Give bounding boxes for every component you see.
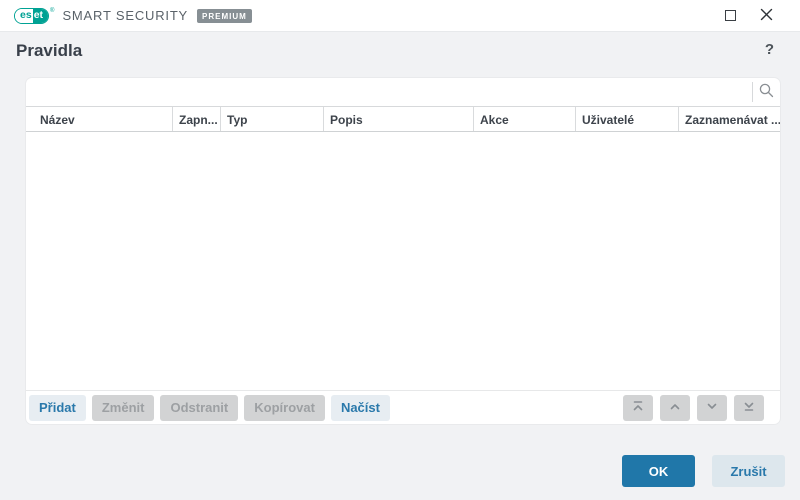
search-input[interactable] — [26, 78, 752, 106]
search-bar — [26, 78, 780, 107]
add-button[interactable]: Přidat — [29, 394, 86, 421]
help-button[interactable]: ? — [765, 41, 774, 58]
toolbar: Přidat Změnit Odstranit Kopírovat Načíst — [26, 390, 780, 424]
edition-badge: PREMIUM — [197, 8, 252, 23]
page-title: Pravidla — [16, 41, 83, 60]
edit-button: Změnit — [91, 394, 155, 421]
close-icon — [760, 8, 773, 24]
search-button[interactable] — [753, 78, 780, 106]
eset-logo-icon: es et — [14, 7, 50, 24]
ok-button[interactable]: OK — [622, 455, 695, 487]
search-icon — [758, 82, 775, 102]
delete-button: Odstranit — [160, 394, 239, 421]
reorder-buttons — [623, 394, 764, 421]
close-button[interactable] — [758, 8, 774, 24]
copy-button: Kopírovat — [244, 394, 325, 421]
table-header-row: Název Zapn... Typ Popis Akce Uživatelé Zazname… — [26, 107, 780, 132]
move-to-top-icon — [630, 398, 646, 417]
column-header-6[interactable]: Uživatelé — [575, 107, 678, 131]
column-header-7[interactable]: Zaznamenávat ... — [678, 107, 780, 131]
move-down-icon — [704, 398, 720, 417]
eset-logo: es et ® SMART SECURITY PREMIUM — [14, 7, 252, 24]
column-header-4[interactable]: Popis — [323, 107, 473, 131]
maximize-icon — [724, 10, 736, 21]
eset-logo-et: et — [32, 8, 49, 23]
eset-logo-es: es — [15, 8, 33, 23]
move-down-button — [697, 394, 727, 421]
maximize-button[interactable] — [722, 8, 738, 24]
titlebar: es et ® SMART SECURITY PREMIUM — [0, 0, 800, 32]
window-controls — [722, 8, 786, 24]
column-header-5[interactable]: Akce — [473, 107, 575, 131]
action-buttons: Přidat Změnit Odstranit Kopírovat Načíst — [29, 394, 396, 421]
column-header-1[interactable]: Název — [26, 107, 172, 131]
registered-mark: ® — [50, 7, 55, 14]
load-button[interactable]: Načíst — [330, 394, 390, 421]
move-up-button — [660, 394, 690, 421]
move-to-bottom-icon — [741, 398, 757, 417]
product-name: SMART SECURITY — [62, 8, 189, 23]
column-header-2[interactable]: Zapn... — [172, 107, 220, 131]
move-up-icon — [667, 398, 683, 417]
move-to-top-button — [623, 394, 653, 421]
column-header-3[interactable]: Typ — [220, 107, 323, 131]
move-to-bottom-button — [734, 394, 764, 421]
rules-panel: Název Zapn... Typ Popis Akce Uživatelé Zazname… — [26, 78, 780, 424]
table-body — [26, 132, 780, 390]
cancel-button[interactable]: Zrušit — [712, 455, 785, 487]
